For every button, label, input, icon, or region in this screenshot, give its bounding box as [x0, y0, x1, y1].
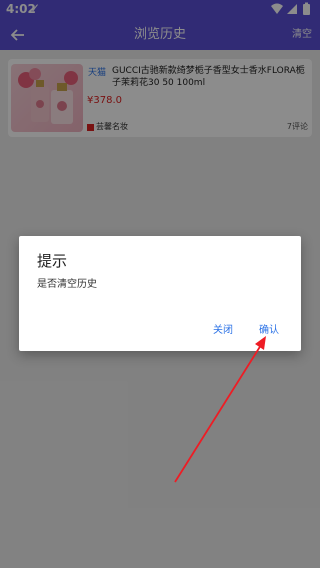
confirm-button[interactable]: 确认: [259, 321, 279, 336]
confirm-dialog: 提示 是否清空历史 关闭 确认: [19, 236, 301, 351]
dialog-title: 提示: [37, 252, 68, 270]
cancel-button[interactable]: 关闭: [213, 321, 233, 336]
dialog-message: 是否清空历史: [37, 279, 97, 290]
